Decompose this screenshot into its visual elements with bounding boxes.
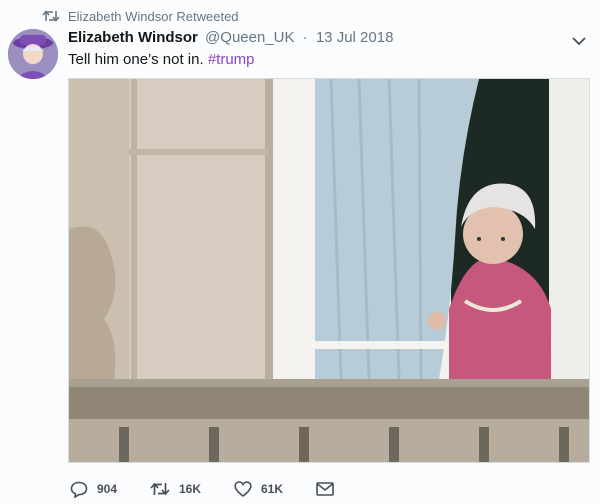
tweet-text: Tell him one’s not in. #trump [68, 51, 255, 68]
handle[interactable]: @Queen_UK [205, 29, 294, 46]
retweet-icon [150, 481, 170, 497]
retweet-context: Elizabeth Windsor Retweeted [42, 7, 239, 25]
tweet-body: Tell him one’s not in. [68, 51, 204, 68]
envelope-icon [316, 482, 334, 496]
direct-message-button[interactable] [316, 480, 334, 498]
retweet-button[interactable]: 16K [150, 480, 201, 498]
tweet-photo[interactable] [68, 78, 590, 463]
tweet-header: Elizabeth Windsor @Queen_UK · 13 Jul 201… [68, 29, 393, 46]
retweet-icon [42, 9, 60, 23]
avatar[interactable] [8, 29, 58, 79]
reply-button[interactable]: 904 [70, 480, 117, 498]
like-count: 61K [261, 482, 284, 496]
retweet-count: 16K [179, 482, 202, 496]
reply-icon [70, 481, 88, 498]
chevron-down-icon[interactable] [571, 34, 587, 46]
tweet-date[interactable]: 13 Jul 2018 [316, 29, 394, 46]
retweet-label[interactable]: Elizabeth Windsor Retweeted [68, 9, 239, 24]
reply-count: 904 [97, 482, 118, 496]
tweet-card[interactable]: Elizabeth Windsor Retweeted Elizabeth Wi… [0, 0, 600, 504]
hashtag-link[interactable]: #trump [208, 51, 255, 68]
like-button[interactable]: 61K [234, 480, 283, 498]
separator: · [302, 29, 308, 46]
display-name[interactable]: Elizabeth Windsor [68, 29, 198, 46]
tweet-actions: 904 16K 61K [70, 480, 370, 500]
heart-icon [234, 481, 252, 497]
